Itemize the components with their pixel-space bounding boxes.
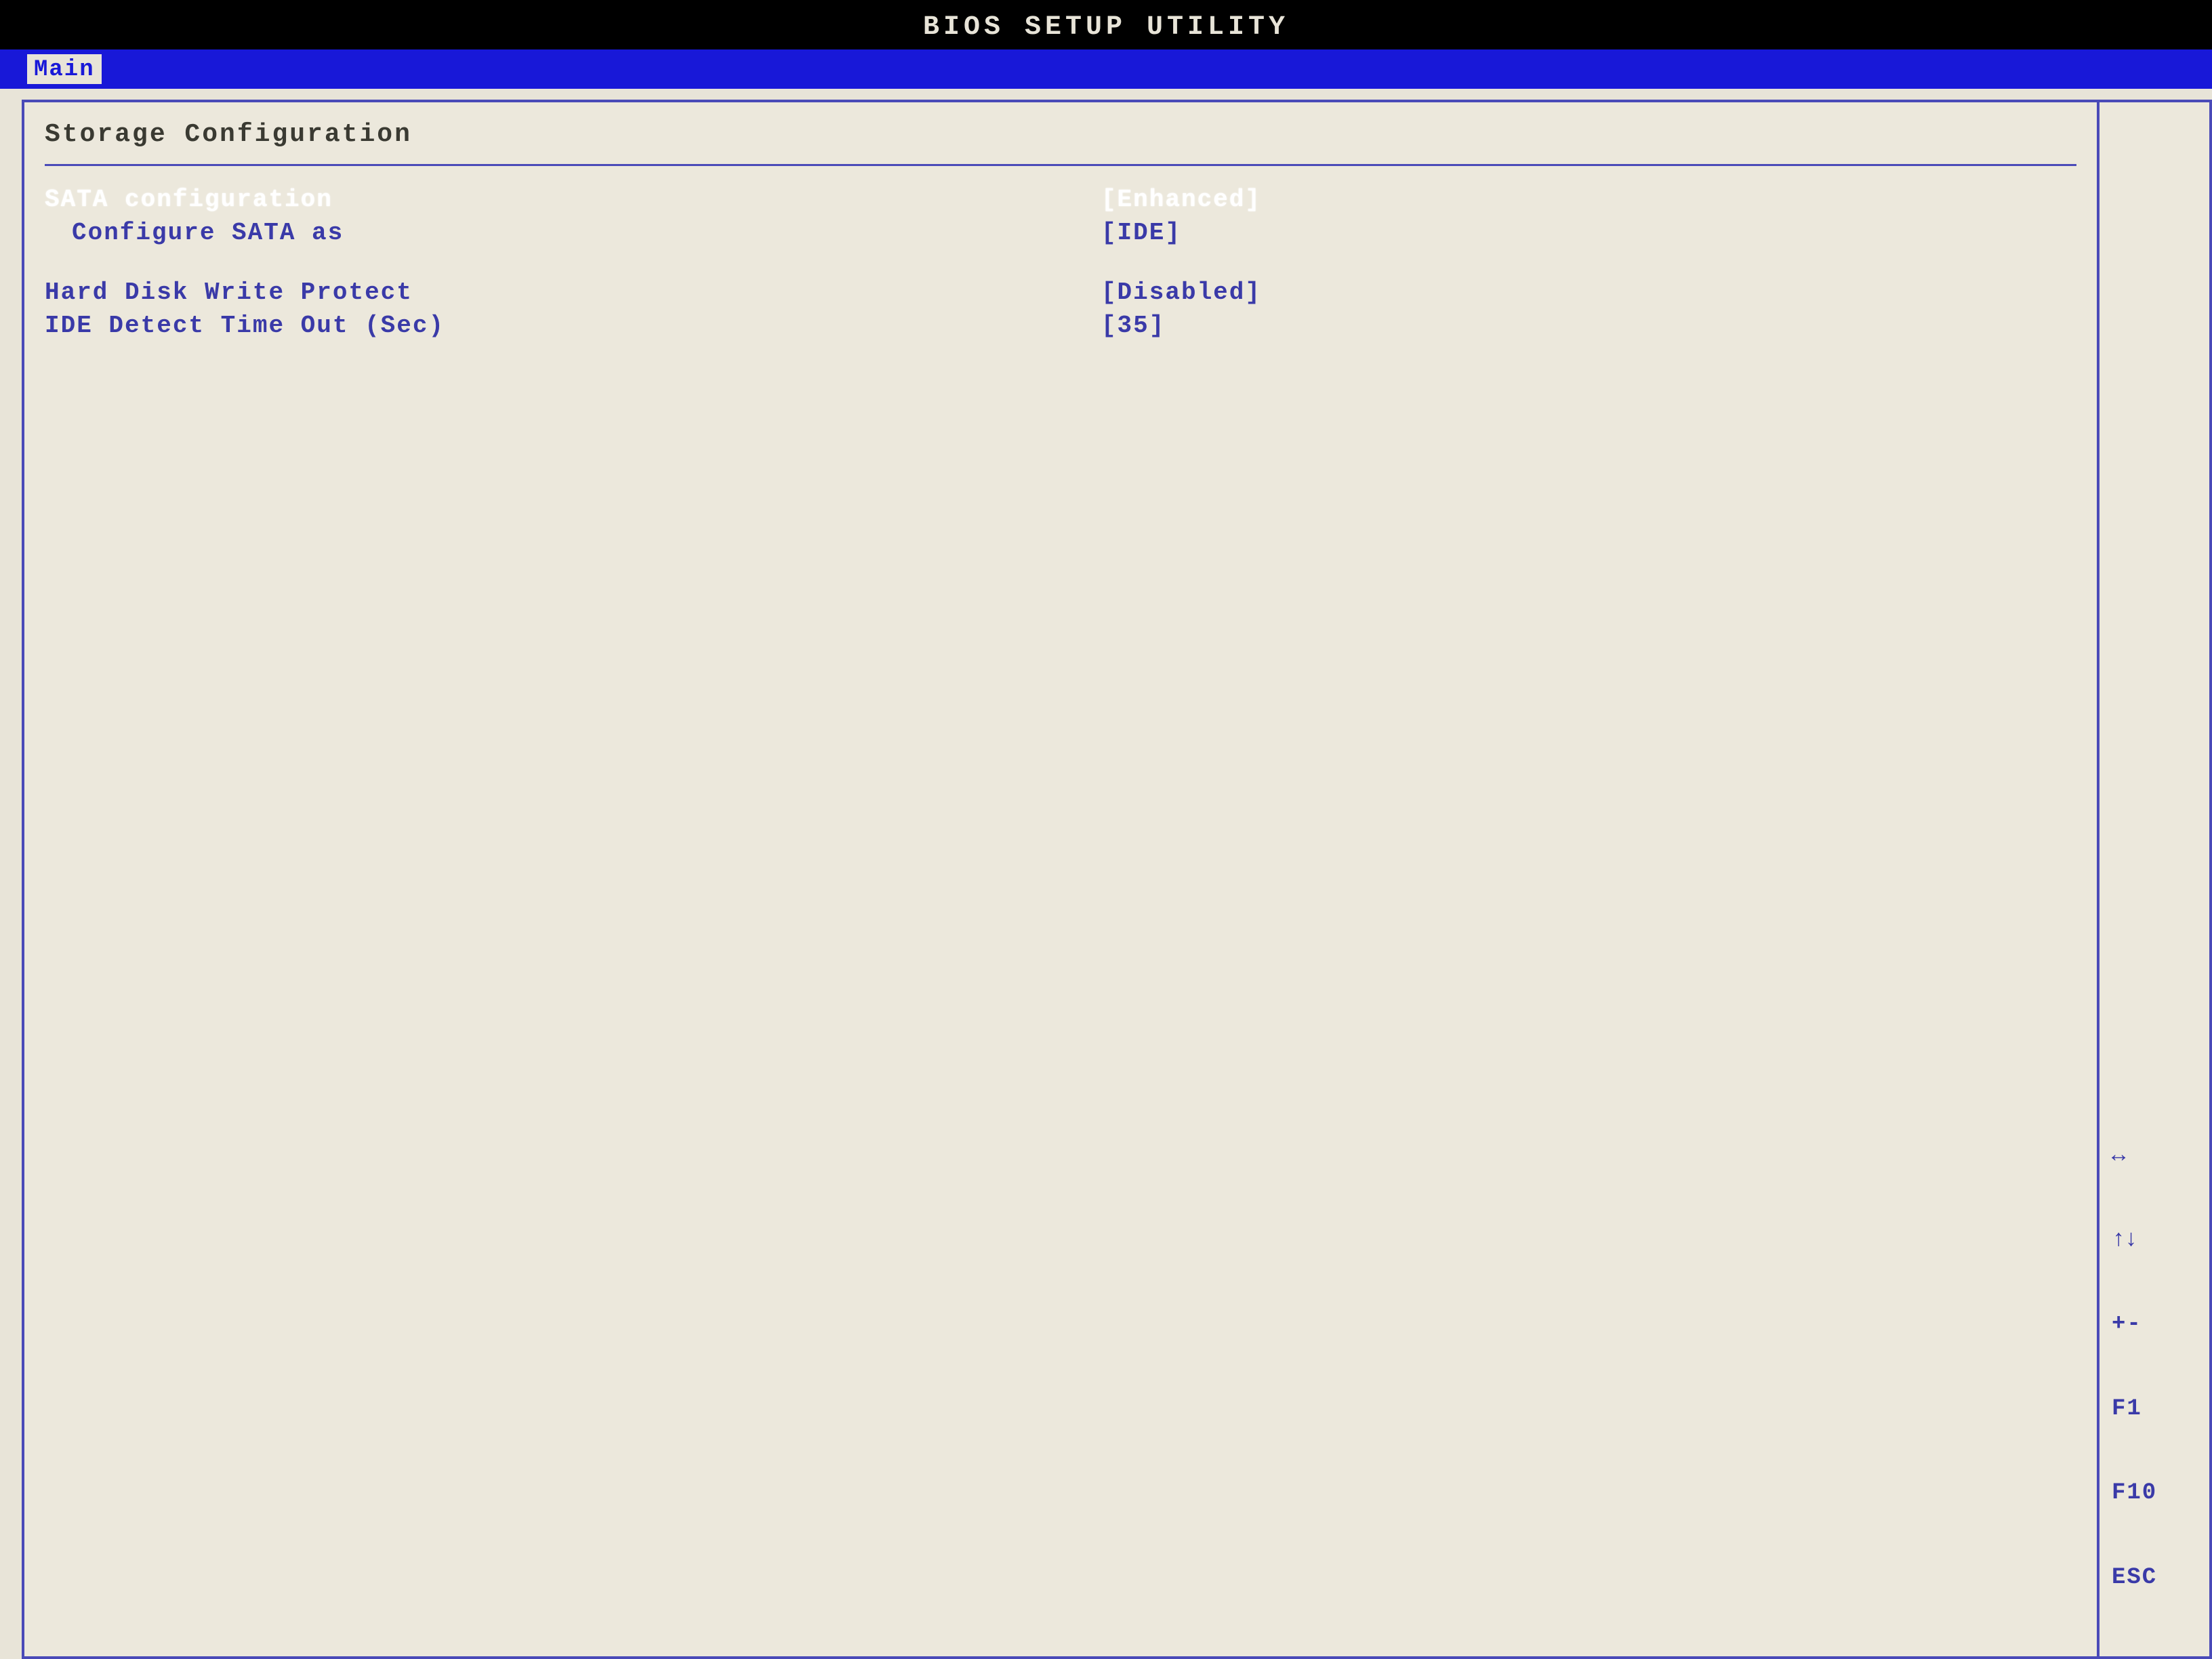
row-configure-sata-as[interactable]: Configure SATA as [IDE] — [45, 217, 2076, 250]
help-key-esc: ESC — [2112, 1564, 2197, 1592]
help-key-left-right: ↔ — [2112, 1143, 2197, 1170]
app-title: BIOS SETUP UTILITY — [923, 12, 1289, 43]
help-key-f1: F1 — [2112, 1395, 2197, 1423]
bios-screen: BIOS SETUP UTILITY Main Storage Configur… — [0, 0, 2212, 1659]
label-configure-sata-as: Configure SATA as — [45, 217, 1101, 250]
help-key-f10: F10 — [2112, 1479, 2197, 1507]
help-key-up-down: ↑↓ — [2112, 1227, 2197, 1254]
label-hd-write-protect: Hard Disk Write Protect — [45, 276, 1101, 310]
row-hd-write-protect[interactable]: Hard Disk Write Protect [Disabled] — [45, 276, 2076, 310]
spacer — [45, 249, 2076, 276]
value-sata-configuration: [Enhanced] — [1101, 184, 2076, 217]
title-bar: BIOS SETUP UTILITY — [0, 0, 2212, 49]
section-divider — [45, 164, 2076, 166]
value-hd-write-protect: [Disabled] — [1101, 276, 2076, 310]
help-key-plus-minus: +- — [2112, 1311, 2197, 1338]
help-panel: ↔ ↑↓ +- F1 F10 ESC — [2097, 100, 2212, 1659]
value-configure-sata-as: [IDE] — [1101, 217, 2076, 250]
value-ide-detect-timeout: [35] — [1101, 310, 2076, 343]
menu-bar: Main — [0, 49, 2212, 89]
row-ide-detect-timeout[interactable]: IDE Detect Time Out (Sec) [35] — [45, 310, 2076, 343]
label-ide-detect-timeout: IDE Detect Time Out (Sec) — [45, 310, 1101, 343]
settings-panel: Storage Configuration SATA configuration… — [22, 100, 2097, 1659]
content-area: Storage Configuration SATA configuration… — [0, 89, 2212, 1659]
section-title: Storage Configuration — [45, 120, 2076, 164]
help-keys: ↔ ↑↓ +- F1 F10 ESC — [2112, 1086, 2197, 1648]
tab-main[interactable]: Main — [27, 54, 102, 84]
row-sata-configuration[interactable]: SATA configuration [Enhanced] — [45, 184, 2076, 217]
label-sata-configuration: SATA configuration — [45, 184, 1101, 217]
